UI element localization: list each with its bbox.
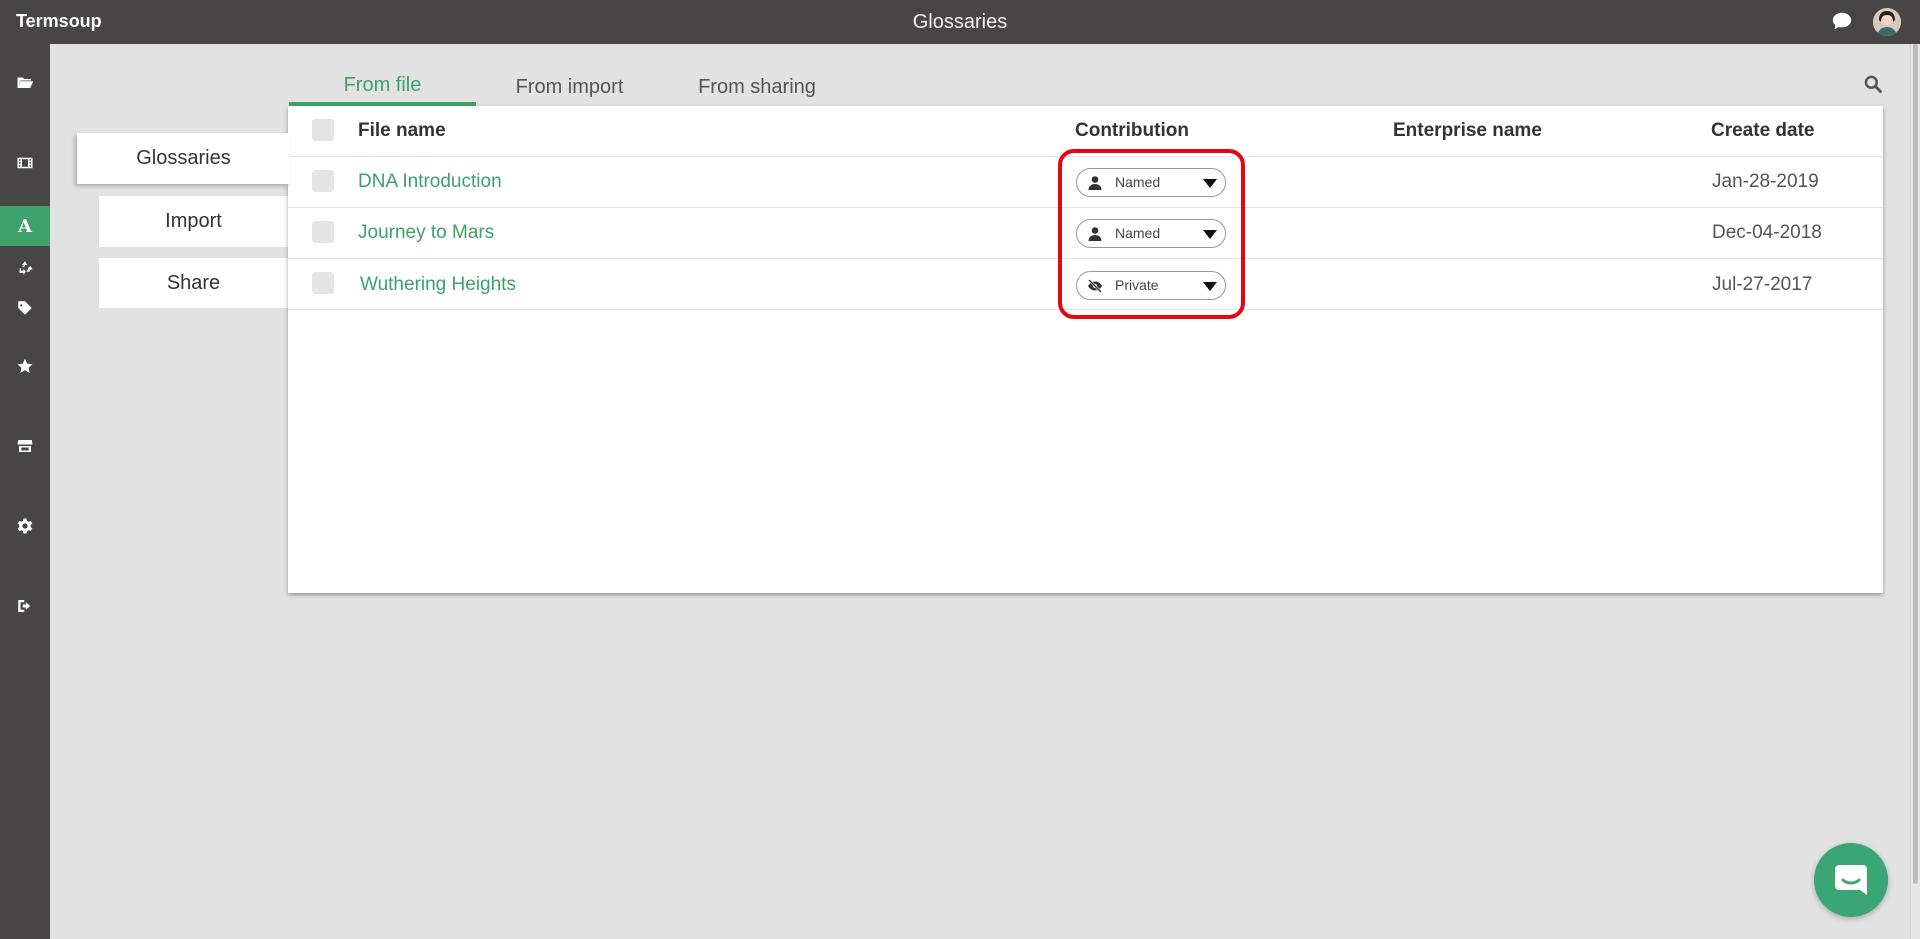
chat-launcher-button[interactable] [1814, 843, 1888, 917]
file-name-link[interactable]: Wuthering Heights [360, 274, 516, 296]
file-name-link[interactable]: DNA Introduction [358, 171, 502, 193]
chat-bubble-icon[interactable] [1831, 10, 1853, 32]
film-icon [17, 157, 33, 169]
header-contribution[interactable]: Contribution [1075, 120, 1189, 142]
star-icon [17, 358, 33, 374]
row-checkbox[interactable] [312, 221, 334, 243]
recycle-icon [19, 261, 33, 275]
header-enterprise-name[interactable]: Enterprise name [1393, 120, 1542, 142]
sidebar-item-glossaries[interactable]: A [0, 206, 50, 246]
sidebar-item-logout[interactable] [0, 586, 50, 626]
sidebar-item-favorites[interactable] [0, 346, 50, 386]
search-icon[interactable] [1863, 74, 1883, 94]
row-checkbox[interactable] [312, 170, 334, 192]
create-date: Dec-04-2018 [1712, 222, 1822, 243]
tab-from-import[interactable]: From import [476, 68, 663, 106]
page-scrollbar[interactable] [1910, 44, 1920, 939]
glossary-a-icon: A [18, 215, 32, 237]
scrollbar-thumb[interactable] [1913, 44, 1918, 884]
subnav-import[interactable]: Import [99, 196, 288, 247]
top-bar: Termsoup Glossaries [0, 0, 1920, 44]
select-all-checkbox[interactable] [312, 119, 334, 141]
subnav-glossaries[interactable]: Glossaries [77, 133, 290, 184]
sidebar-item-store[interactable] [0, 426, 50, 466]
sidebar-item-media[interactable] [0, 143, 50, 183]
icon-sidebar: A [0, 44, 50, 939]
create-date: Jul-27-2017 [1712, 274, 1813, 295]
contribution-highlight-box [1058, 149, 1245, 319]
tag-icon [18, 301, 32, 315]
sidebar-item-files[interactable] [0, 62, 50, 102]
tab-from-file[interactable]: From file [289, 68, 476, 106]
gear-icon [17, 518, 33, 534]
create-date: Jan-28-2019 [1712, 171, 1819, 192]
tab-from-sharing[interactable]: From sharing [663, 68, 851, 106]
header-create-date[interactable]: Create date [1711, 120, 1815, 142]
page-title: Glossaries [912, 11, 1008, 33]
row-checkbox[interactable] [312, 272, 334, 294]
header-file-name[interactable]: File name [358, 120, 446, 142]
sidebar-item-tags[interactable] [0, 288, 50, 328]
user-avatar[interactable] [1873, 8, 1901, 36]
sidebar-item-settings[interactable] [0, 506, 50, 546]
store-icon [17, 440, 33, 452]
chat-launcher-icon [1835, 865, 1867, 895]
folder-open-icon [17, 77, 34, 88]
sidebar-item-recycle[interactable] [0, 248, 50, 288]
file-name-link[interactable]: Journey to Mars [358, 222, 494, 244]
logout-icon [18, 600, 31, 612]
subnav-share[interactable]: Share [99, 258, 288, 308]
